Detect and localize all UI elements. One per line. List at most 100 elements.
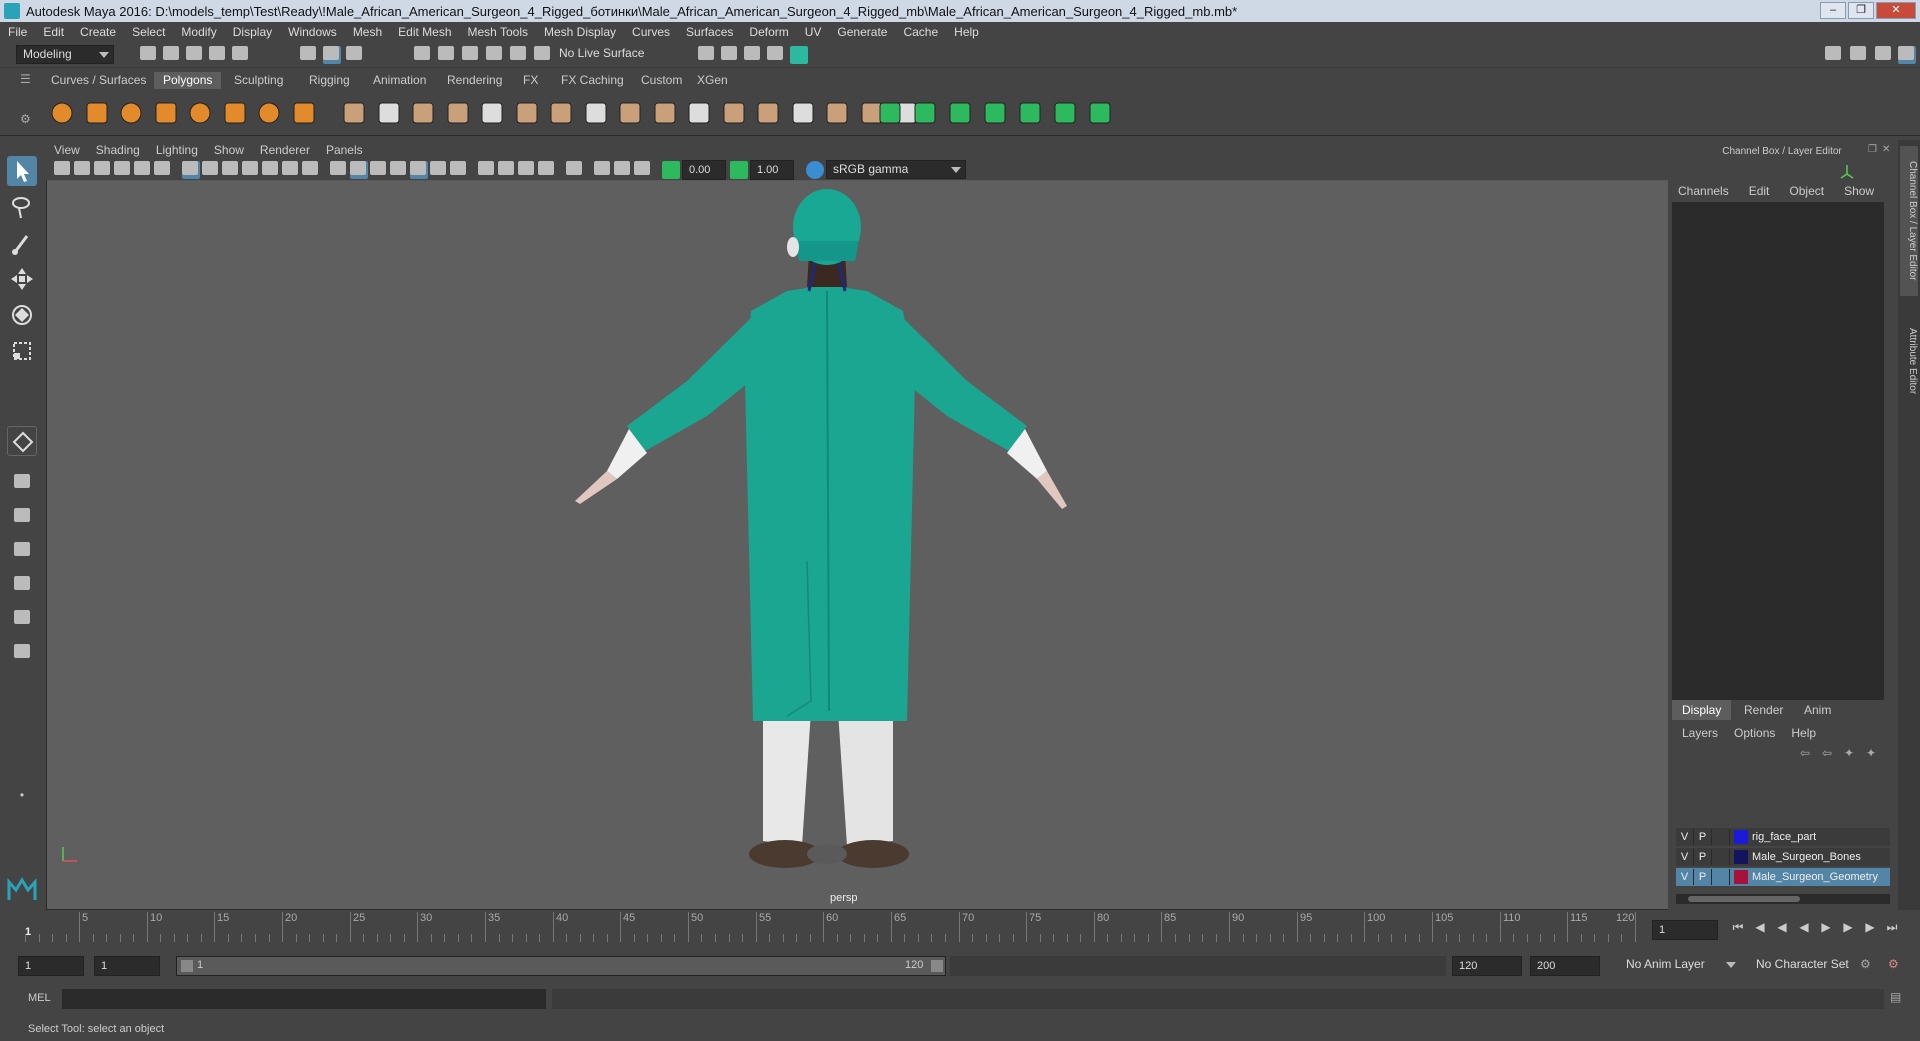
menu-mesh-tools[interactable]: Mesh Tools bbox=[460, 25, 536, 39]
save-scene-icon[interactable] bbox=[186, 46, 204, 64]
extrude-icon[interactable] bbox=[547, 99, 575, 127]
shelf-tab-custom[interactable]: Custom bbox=[632, 72, 691, 89]
new-scene-icon[interactable] bbox=[140, 46, 158, 64]
poly-pipe-icon[interactable] bbox=[290, 99, 318, 127]
range-slider[interactable]: 1 120 bbox=[176, 956, 946, 976]
gamma-field[interactable]: 1.00 bbox=[750, 160, 794, 180]
poly-pyramid-icon[interactable] bbox=[255, 99, 283, 127]
wireframe-on-shaded-icon[interactable] bbox=[390, 161, 408, 179]
grease-pencil-icon[interactable] bbox=[154, 161, 172, 179]
menu-surfaces[interactable]: Surfaces bbox=[678, 25, 741, 39]
snap-surface-icon[interactable] bbox=[510, 46, 528, 64]
side-by-side-layout-icon[interactable] bbox=[7, 534, 37, 564]
redo-icon[interactable] bbox=[232, 46, 250, 64]
layer-hscrollbar[interactable] bbox=[1676, 894, 1890, 904]
shelf-tab-sculpting[interactable]: Sculpting bbox=[225, 72, 292, 89]
render-view-icon[interactable] bbox=[721, 46, 739, 64]
menu-display[interactable]: Display bbox=[225, 25, 280, 39]
shelf-tab-animation[interactable]: Animation bbox=[364, 72, 435, 89]
layer-playback-toggle[interactable]: P bbox=[1694, 869, 1712, 885]
gate-mask-icon[interactable] bbox=[242, 161, 260, 179]
shadows-icon[interactable] bbox=[450, 161, 468, 179]
menu-mesh-display[interactable]: Mesh Display bbox=[536, 25, 624, 39]
menu-modify[interactable]: Modify bbox=[173, 25, 224, 39]
boolean-icon[interactable] bbox=[478, 99, 506, 127]
auto-uv-icon[interactable] bbox=[911, 99, 939, 127]
shelf-menu-icon[interactable]: ☰ bbox=[20, 72, 38, 90]
film-gate-icon[interactable] bbox=[202, 161, 220, 179]
gamma-icon[interactable] bbox=[730, 161, 748, 179]
collapse-toolbox-icon[interactable]: • bbox=[7, 785, 37, 805]
motion-blur-icon[interactable] bbox=[498, 161, 516, 179]
playback-start-field[interactable]: 1 bbox=[94, 956, 160, 976]
show-channel-box-icon[interactable] bbox=[1898, 46, 1916, 64]
menu-help[interactable]: Help bbox=[946, 25, 987, 39]
command-language-label[interactable]: MEL bbox=[28, 992, 51, 1004]
panel-menu-panels[interactable]: Panels bbox=[318, 143, 371, 157]
manipulator-axis-icon[interactable] bbox=[1838, 162, 1856, 180]
layer-menu-options[interactable]: Options bbox=[1734, 726, 1775, 740]
bookmark-icon[interactable] bbox=[94, 161, 112, 179]
layer-visibility-toggle[interactable]: V bbox=[1676, 829, 1694, 845]
bevel-icon[interactable] bbox=[616, 99, 644, 127]
animation-end-field[interactable]: 200 bbox=[1530, 956, 1600, 976]
spherical-uv-icon[interactable] bbox=[981, 99, 1009, 127]
show-tool-settings-icon[interactable] bbox=[1875, 46, 1893, 64]
shelf-tab-xgen[interactable]: XGen bbox=[688, 72, 737, 89]
auto-key-icon[interactable]: ⚙ bbox=[1860, 957, 1878, 975]
move-layer-up-icon[interactable]: ⇦ bbox=[1800, 746, 1818, 764]
smooth-icon[interactable] bbox=[444, 99, 472, 127]
go-to-end-icon[interactable]: ⏭ bbox=[1884, 920, 1900, 936]
hypershade-layout-icon[interactable] bbox=[7, 636, 37, 666]
layer-color-swatch[interactable] bbox=[1734, 850, 1748, 864]
mirror-icon[interactable] bbox=[513, 99, 541, 127]
layer-visibility-toggle[interactable]: V bbox=[1676, 869, 1694, 885]
poly-sphere-icon[interactable] bbox=[48, 99, 76, 127]
persp-graph-layout-icon[interactable] bbox=[7, 568, 37, 598]
command-input[interactable] bbox=[62, 989, 546, 1009]
paint-select-tool-icon[interactable] bbox=[7, 228, 37, 258]
textured-icon[interactable] bbox=[410, 161, 428, 179]
live-surface-field[interactable]: No Live Surface bbox=[553, 45, 658, 64]
channel-box-side-tab[interactable]: Channel Box / Layer Editor bbox=[1900, 146, 1918, 296]
menu-create[interactable]: Create bbox=[72, 25, 124, 39]
select-by-hierarchy-icon[interactable] bbox=[300, 46, 318, 64]
combine-icon[interactable] bbox=[340, 99, 368, 127]
isolate-select-icon[interactable] bbox=[566, 161, 584, 179]
uv-editor-icon[interactable] bbox=[1051, 99, 1079, 127]
range-end-handle[interactable] bbox=[931, 960, 943, 972]
shelf-tab-polygons[interactable]: Polygons bbox=[154, 72, 222, 89]
current-frame-field[interactable]: 1 bbox=[1652, 920, 1718, 940]
snap-rotate-icon[interactable] bbox=[534, 46, 552, 64]
append-icon[interactable] bbox=[651, 99, 679, 127]
shelf-tab-fx[interactable]: FX bbox=[514, 72, 547, 89]
menu-deform[interactable]: Deform bbox=[741, 25, 796, 39]
play-forwards-icon[interactable]: ▶ bbox=[1818, 920, 1834, 936]
image-plane-icon[interactable] bbox=[114, 161, 132, 179]
show-modeling-toolkit-icon[interactable] bbox=[1825, 46, 1843, 64]
menu-cache[interactable]: Cache bbox=[895, 25, 946, 39]
range-start-handle[interactable] bbox=[181, 960, 193, 972]
single-pane-layout-icon[interactable] bbox=[7, 466, 37, 496]
layer-row[interactable]: V Prig_face_part bbox=[1676, 828, 1890, 846]
panel-menu-lighting[interactable]: Lighting bbox=[148, 143, 206, 157]
field-chart-icon[interactable] bbox=[262, 161, 280, 179]
last-tool-used-icon[interactable] bbox=[7, 426, 37, 456]
panel-menu-renderer[interactable]: Renderer bbox=[252, 143, 318, 157]
shelf-tab-rendering[interactable]: Rendering bbox=[438, 72, 511, 89]
minimize-button[interactable]: – bbox=[1820, 2, 1846, 19]
xray-icon[interactable] bbox=[594, 161, 612, 179]
channel-menu-show[interactable]: Show bbox=[1844, 184, 1874, 198]
rotate-tool-icon[interactable] bbox=[7, 300, 37, 330]
menu-set-dropdown[interactable]: Modeling bbox=[16, 45, 114, 64]
go-to-start-icon[interactable]: ⏮ bbox=[1730, 920, 1746, 936]
restore-button[interactable]: ❐ bbox=[1848, 2, 1874, 19]
snap-view-plane-icon[interactable] bbox=[486, 46, 504, 64]
extract-icon[interactable] bbox=[409, 99, 437, 127]
perspective-viewport[interactable] bbox=[47, 181, 1693, 909]
menu-select[interactable]: Select bbox=[124, 25, 173, 39]
lasso-tool-icon[interactable] bbox=[7, 192, 37, 222]
hypershade-icon[interactable] bbox=[790, 46, 808, 64]
smooth-shade-all-icon[interactable] bbox=[350, 161, 368, 179]
connect-icon[interactable] bbox=[823, 99, 851, 127]
